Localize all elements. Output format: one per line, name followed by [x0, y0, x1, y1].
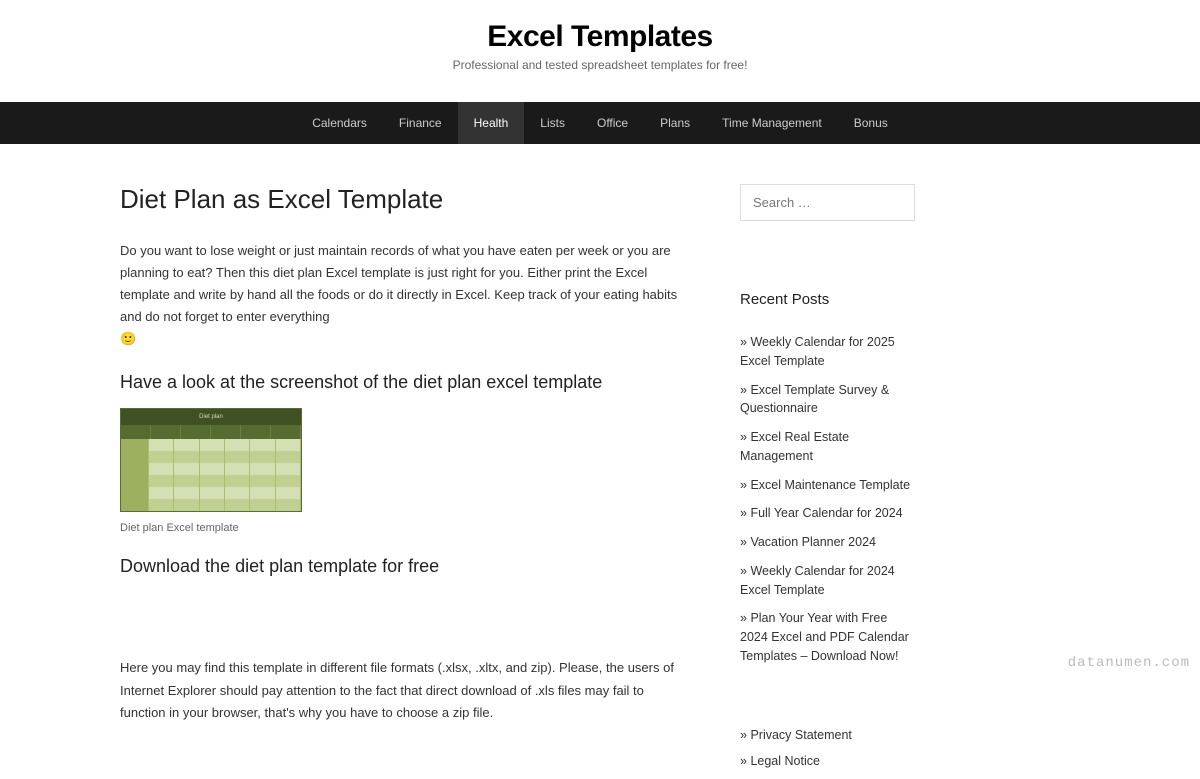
screenshot-header: Diet plan — [121, 409, 301, 425]
nav-item-finance[interactable]: Finance — [383, 102, 458, 144]
footer-link[interactable]: Legal Notice — [740, 752, 915, 771]
recent-post-link[interactable]: Weekly Calendar for 2025 Excel Template — [740, 333, 915, 371]
sidebar: Recent Posts Weekly Calendar for 2025 Ex… — [740, 184, 915, 779]
nav-item-health[interactable]: Health — [458, 102, 525, 144]
search-input[interactable] — [740, 184, 915, 221]
site-title: Excel Templates — [0, 20, 1200, 54]
screenshot-caption: Diet plan Excel template — [120, 522, 680, 534]
watermark: datanumen.com — [1068, 655, 1190, 671]
nav-item-time-management[interactable]: Time Management — [706, 102, 838, 144]
recent-post-link[interactable]: Full Year Calendar for 2024 — [740, 504, 915, 523]
diet-plan-screenshot[interactable]: Diet plan — [120, 408, 302, 512]
nav-item-office[interactable]: Office — [581, 102, 644, 144]
post-title: Diet Plan as Excel Template — [120, 184, 680, 215]
nav-item-lists[interactable]: Lists — [524, 102, 581, 144]
footer-links: Privacy Statement Legal Notice — [740, 726, 915, 772]
main-content: Diet Plan as Excel Template Do you want … — [120, 184, 680, 779]
recent-posts-title: Recent Posts — [740, 291, 915, 308]
nav-item-plans[interactable]: Plans — [644, 102, 706, 144]
recent-post-link[interactable]: Excel Real Estate Management — [740, 428, 915, 466]
download-text: Here you may find this template in diffe… — [120, 657, 680, 723]
recent-post-link[interactable]: Vacation Planner 2024 — [740, 533, 915, 552]
recent-post-link[interactable]: Excel Template Survey & Questionnaire — [740, 381, 915, 419]
smile-emoji: 🙂 — [120, 331, 136, 346]
nav-item-bonus[interactable]: Bonus — [838, 102, 904, 144]
main-nav: CalendarsFinanceHealthListsOfficePlansTi… — [0, 102, 1200, 144]
nav-item-calendars[interactable]: Calendars — [296, 102, 383, 144]
recent-posts-list: Weekly Calendar for 2025 Excel Template E… — [740, 333, 915, 666]
recent-post-link[interactable]: Excel Maintenance Template — [740, 476, 915, 495]
footer-link[interactable]: Privacy Statement — [740, 726, 915, 745]
site-tagline: Professional and tested spreadsheet temp… — [0, 58, 1200, 72]
download-heading: Download the diet plan template for free — [120, 556, 680, 577]
recent-post-link[interactable]: Weekly Calendar for 2024 Excel Template — [740, 562, 915, 600]
screenshot-heading: Have a look at the screenshot of the die… — [120, 372, 680, 393]
recent-post-link[interactable]: Plan Your Year with Free 2024 Excel and … — [740, 609, 915, 665]
post-intro: Do you want to lose weight or just maint… — [120, 240, 680, 350]
